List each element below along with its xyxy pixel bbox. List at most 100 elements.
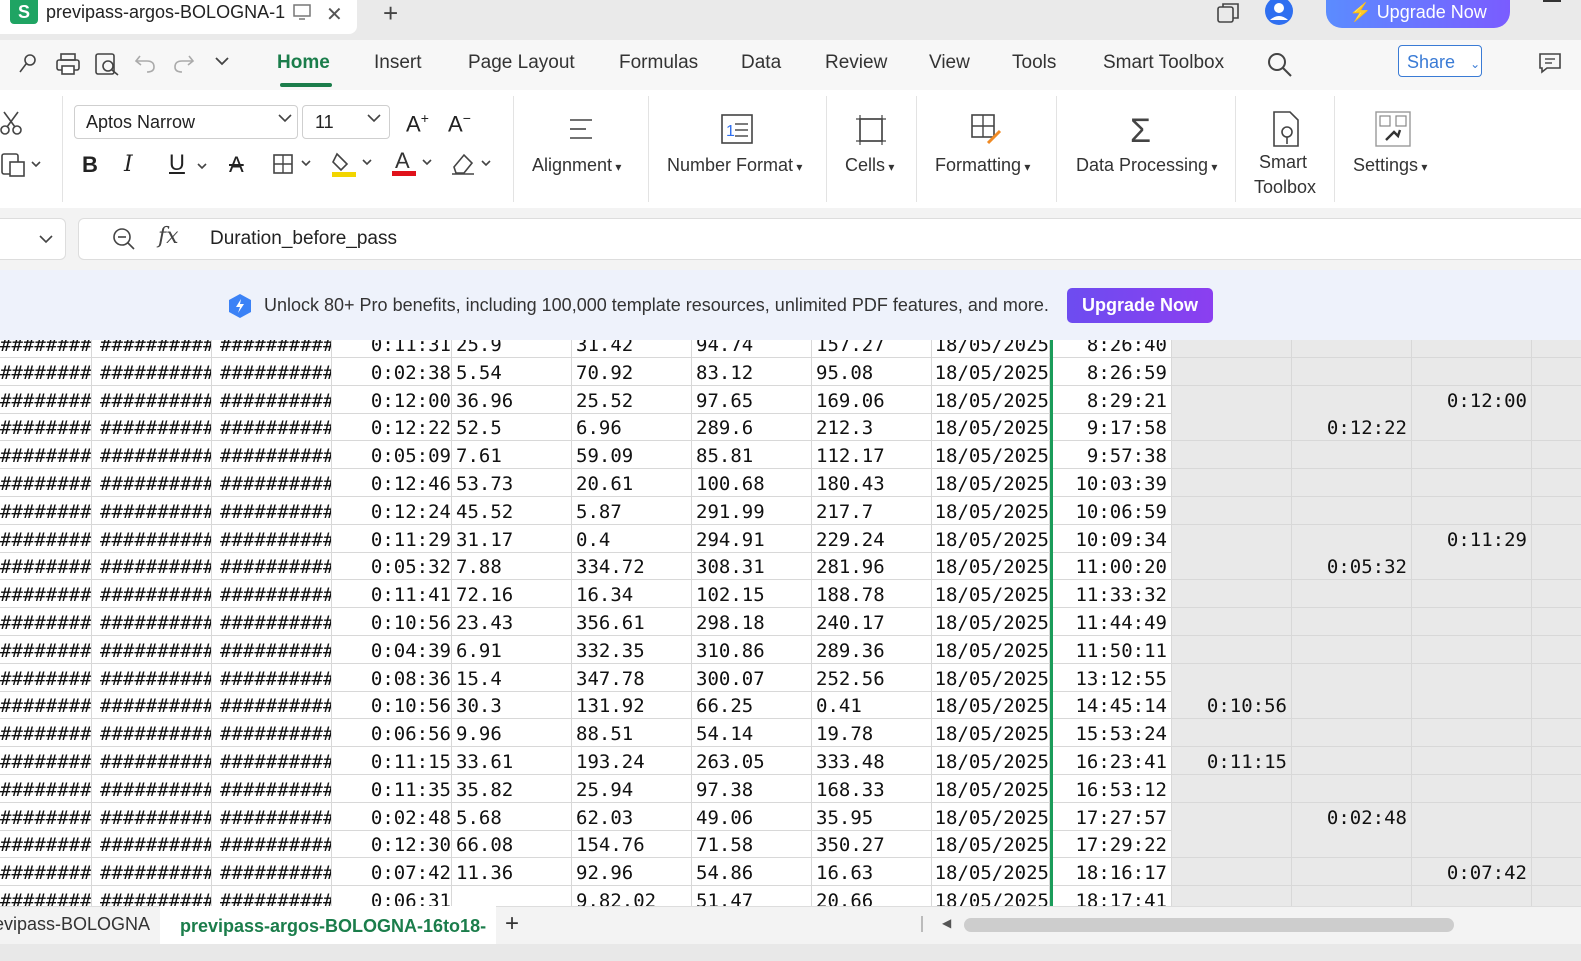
table-cell[interactable]: 17:27:57	[1053, 802, 1172, 830]
paste-icon[interactable]	[0, 152, 44, 183]
table-cell[interactable]: 31.17	[452, 524, 572, 552]
table-cell[interactable]	[1412, 830, 1532, 858]
table-cell[interactable]: ########	[0, 413, 92, 441]
table-cell[interactable]: 180.43	[812, 469, 932, 496]
table-cell[interactable]: 20.66	[812, 886, 932, 906]
table-cell[interactable]: 18/05/2025	[932, 496, 1050, 524]
table-cell[interactable]: 169.06	[812, 385, 932, 413]
table-cell[interactable]: 92.96	[572, 858, 692, 886]
table-cell[interactable]: ##########	[92, 357, 212, 385]
table-cell[interactable]: ########	[0, 774, 92, 802]
table-cell[interactable]: ##########	[92, 580, 212, 608]
tab-tools[interactable]: Tools	[1012, 52, 1056, 74]
table-cell[interactable]	[1172, 886, 1292, 906]
table-cell[interactable]	[1532, 524, 1581, 552]
comment-icon[interactable]	[1538, 52, 1562, 79]
table-cell[interactable]: 95.08	[812, 357, 932, 385]
table-cell[interactable]: 131.92	[572, 691, 692, 719]
table-cell[interactable]: 25.9	[452, 340, 572, 357]
table-cell[interactable]	[1292, 496, 1412, 524]
table-cell[interactable]: 30.3	[452, 691, 572, 719]
table-cell[interactable]: 0.41	[812, 691, 932, 719]
search-icon[interactable]	[1267, 52, 1293, 83]
table-cell[interactable]: 0:11:41	[332, 580, 452, 608]
table-cell[interactable]: ########	[0, 441, 92, 469]
table-cell[interactable]	[1532, 580, 1581, 608]
chevron-down-icon[interactable]	[366, 112, 382, 127]
table-cell[interactable]: 18/05/2025	[932, 524, 1050, 552]
table-cell[interactable]: ##########	[92, 340, 212, 357]
table-cell[interactable]: 8:26:59	[1053, 357, 1172, 385]
name-box[interactable]	[0, 218, 66, 260]
table-cell[interactable]: 102.15	[692, 580, 812, 608]
underline-icon[interactable]: U	[169, 150, 185, 176]
table-cell[interactable]	[1172, 608, 1292, 635]
table-cell[interactable]	[1412, 413, 1532, 441]
minimize-icon[interactable]	[1543, 0, 1561, 2]
table-cell[interactable]	[1292, 663, 1412, 691]
table-cell[interactable]: 45.52	[452, 496, 572, 524]
table-cell[interactable]: 66.25	[692, 691, 812, 719]
table-cell[interactable]	[452, 886, 572, 906]
table-cell[interactable]	[1412, 580, 1532, 608]
table-cell[interactable]: 10:06:59	[1053, 496, 1172, 524]
table-cell[interactable]: ##########	[92, 858, 212, 886]
tab-smart-toolbox[interactable]: Smart Toolbox	[1103, 52, 1224, 74]
table-cell[interactable]	[1172, 635, 1292, 663]
table-cell[interactable]: ##########	[92, 552, 212, 580]
number-format-menu[interactable]: Number Format ▾	[667, 155, 802, 176]
table-cell[interactable]: ##########	[212, 441, 332, 469]
table-cell[interactable]: 18/05/2025	[932, 441, 1050, 469]
table-cell[interactable]: 7.88	[452, 552, 572, 580]
font-color-icon[interactable]: A	[391, 148, 435, 183]
table-cell[interactable]	[1292, 774, 1412, 802]
table-cell[interactable]: 71.58	[692, 830, 812, 858]
table-cell[interactable]: 10:03:39	[1053, 469, 1172, 496]
table-cell[interactable]: 193.24	[572, 747, 692, 774]
table-cell[interactable]: 11:44:49	[1053, 608, 1172, 635]
table-cell[interactable]: ########	[0, 830, 92, 858]
table-cell[interactable]: 18/05/2025	[932, 357, 1050, 385]
table-cell[interactable]: ##########	[212, 691, 332, 719]
table-cell[interactable]: 0:02:38	[332, 357, 452, 385]
table-cell[interactable]: 18/05/2025	[932, 719, 1050, 747]
table-cell[interactable]: ########	[0, 469, 92, 496]
table-cell[interactable]: ########	[0, 552, 92, 580]
table-cell[interactable]	[1292, 719, 1412, 747]
table-cell[interactable]: ##########	[212, 496, 332, 524]
table-cell[interactable]: 66.08	[452, 830, 572, 858]
table-cell[interactable]: ##########	[92, 719, 212, 747]
table-cell[interactable]: 0:12:00	[332, 385, 452, 413]
table-cell[interactable]: 332.35	[572, 635, 692, 663]
table-cell[interactable]: 18/05/2025	[932, 802, 1050, 830]
table-cell[interactable]	[1292, 747, 1412, 774]
quick-access-chevron-icon[interactable]	[214, 54, 230, 73]
table-cell[interactable]	[1292, 385, 1412, 413]
table-cell[interactable]: 18/05/2025	[932, 580, 1050, 608]
table-cell[interactable]	[1172, 802, 1292, 830]
table-cell[interactable]: ##########	[212, 747, 332, 774]
tab-review[interactable]: Review	[825, 52, 887, 74]
table-cell[interactable]	[1532, 635, 1581, 663]
table-cell[interactable]: 97.38	[692, 774, 812, 802]
table-cell[interactable]: 0:11:29	[332, 524, 452, 552]
table-cell[interactable]: 252.56	[812, 663, 932, 691]
table-cell[interactable]: ##########	[212, 552, 332, 580]
cells-menu[interactable]: Cells ▾	[845, 155, 894, 176]
table-cell[interactable]: 16.34	[572, 580, 692, 608]
table-cell[interactable]: ##########	[212, 830, 332, 858]
table-cell[interactable]: 356.61	[572, 608, 692, 635]
formatting-menu[interactable]: Formatting ▾	[935, 155, 1030, 176]
table-cell[interactable]	[1412, 886, 1532, 906]
table-cell[interactable]: ########	[0, 496, 92, 524]
table-cell[interactable]	[1532, 719, 1581, 747]
table-cell[interactable]: 0:05:32	[332, 552, 452, 580]
table-cell[interactable]: 59.09	[572, 441, 692, 469]
table-cell[interactable]: 19.78	[812, 719, 932, 747]
tab-page-layout[interactable]: Page Layout	[468, 52, 575, 74]
table-cell[interactable]: 0:05:32	[1292, 552, 1412, 580]
table-cell[interactable]: 83.12	[692, 357, 812, 385]
restore-window-icon[interactable]	[1216, 2, 1240, 29]
table-cell[interactable]: 5.54	[452, 357, 572, 385]
table-cell[interactable]: 0:12:22	[1292, 413, 1412, 441]
